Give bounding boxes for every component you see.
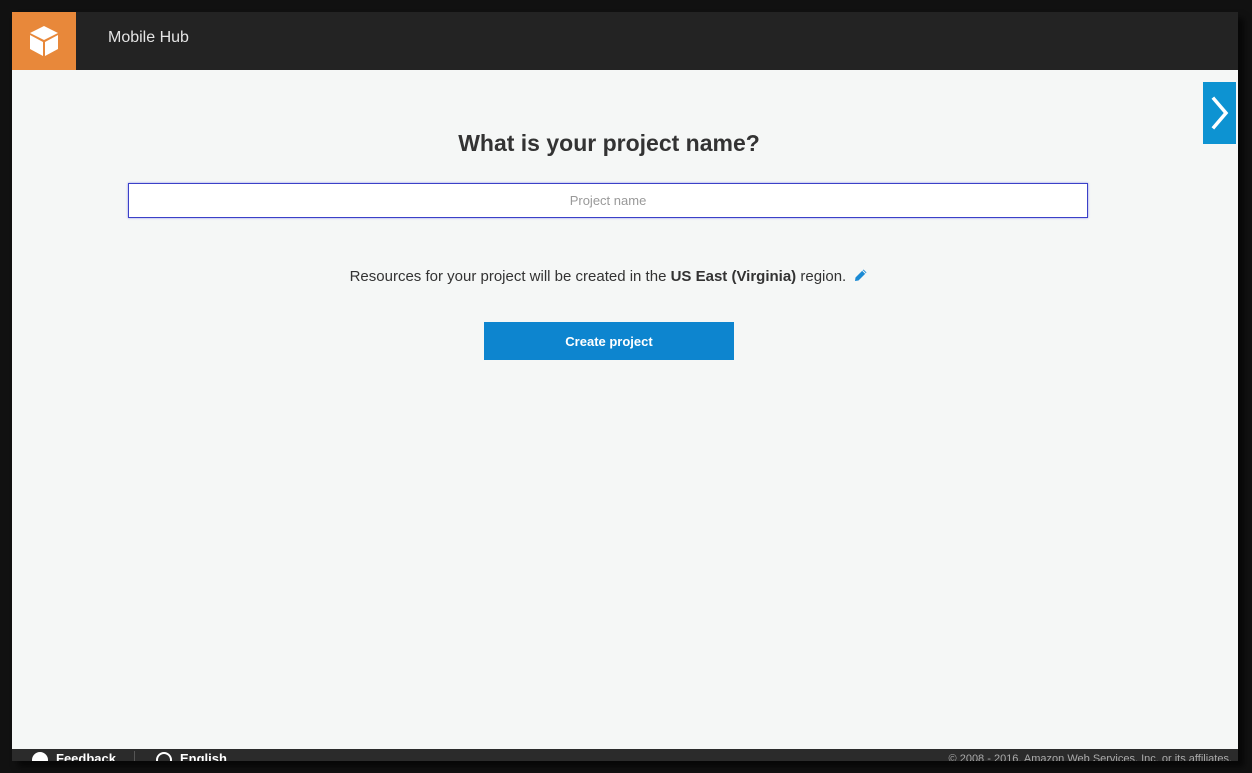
- copyright-text: © 2008 - 2016, Amazon Web Services, Inc.…: [948, 753, 1232, 761]
- region-text-before: Resources for your project will be creat…: [349, 268, 667, 285]
- top-navigation-bar: Mobile Hub: [12, 12, 1238, 70]
- project-name-input[interactable]: [128, 183, 1088, 218]
- globe-icon: [156, 752, 172, 761]
- app-window: Mobile Hub What is your project name? Re…: [12, 12, 1238, 761]
- region-name: US East (Virginia): [670, 268, 797, 285]
- language-label: English: [180, 751, 227, 761]
- feedback-label: Feedback: [56, 751, 116, 761]
- create-project-button[interactable]: Create project: [484, 322, 734, 360]
- app-title: Mobile Hub: [108, 29, 189, 46]
- chevron-right-icon: [1211, 96, 1228, 130]
- footer-bar: Feedback English © 2008 - 2016, Amazon W…: [12, 749, 1238, 761]
- side-panel-toggle[interactable]: [1203, 82, 1236, 144]
- feedback-link[interactable]: Feedback: [32, 751, 135, 761]
- home-logo[interactable]: [12, 12, 76, 70]
- region-text-after: region.: [800, 268, 847, 285]
- cube-icon: [30, 26, 58, 56]
- region-info: Resources for your project will be creat…: [12, 268, 1206, 285]
- feedback-icon: [32, 752, 48, 761]
- language-selector[interactable]: English: [156, 751, 227, 761]
- pencil-icon[interactable]: [854, 268, 868, 282]
- page-heading: What is your project name?: [458, 130, 760, 156]
